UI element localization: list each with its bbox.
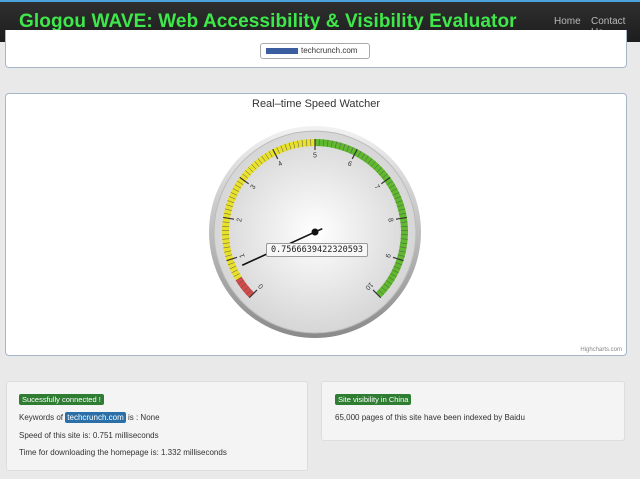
download-time-line: Time for downloading the homepage is: 1.… bbox=[19, 448, 227, 457]
gauge-pivot bbox=[311, 228, 319, 236]
keywords-line: Keywords of techcrunch.com is : None bbox=[19, 412, 160, 423]
visibility-box: Site visibility in China 65,000 pages of… bbox=[321, 381, 625, 441]
visibility-badge: Site visibility in China bbox=[335, 394, 412, 405]
gauge-value-readout: 0.7566639422320593 bbox=[266, 243, 368, 257]
keywords-prefix: Keywords of bbox=[19, 413, 64, 422]
connection-status-box: Sucessfully connected ! Keywords of tech… bbox=[6, 381, 308, 471]
keywords-suffix: is : None bbox=[127, 413, 160, 422]
keywords-site-chip[interactable]: techcrunch.com bbox=[65, 412, 126, 423]
visibility-text: 65,000 pages of this site have been inde… bbox=[335, 413, 525, 422]
gauge-tick-label: 5 bbox=[313, 153, 317, 160]
speed-line: Speed of this site is: 0.751 millisecond… bbox=[19, 431, 159, 440]
connected-badge: Sucessfully connected ! bbox=[19, 394, 104, 405]
